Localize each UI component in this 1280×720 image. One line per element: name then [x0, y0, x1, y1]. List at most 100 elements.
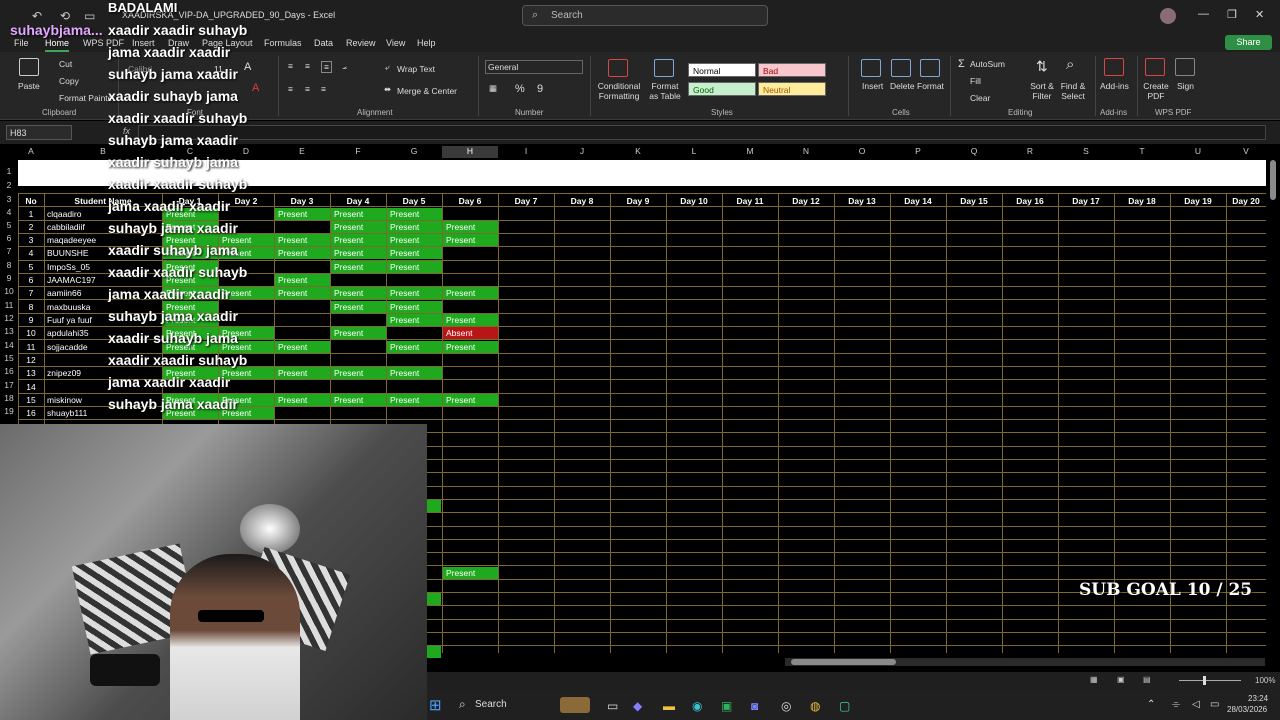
present-cell[interactable]: Present: [443, 341, 498, 353]
row-number-cell[interactable]: 1: [18, 209, 44, 219]
present-cell[interactable]: Present: [275, 394, 330, 406]
windows-start-icon[interactable]: ⊞: [429, 696, 442, 714]
present-cell[interactable]: Present: [387, 247, 442, 259]
present-cell[interactable]: Present: [331, 367, 386, 379]
column-header-e[interactable]: E: [274, 146, 330, 158]
delete-button[interactable]: Delete: [890, 81, 915, 91]
align-top-icon[interactable]: ≡: [288, 61, 293, 71]
tab-formulas[interactable]: Formulas: [264, 38, 302, 48]
wrap-text-button[interactable]: Wrap Text: [397, 64, 435, 74]
present-cell[interactable]: Present: [443, 287, 498, 299]
format-button[interactable]: Format: [917, 81, 944, 91]
present-cell[interactable]: Present: [443, 567, 498, 579]
currency-icon[interactable]: ▦: [489, 83, 497, 94]
style-normal[interactable]: Normal: [688, 63, 756, 77]
align-center-icon[interactable]: ≡: [305, 84, 310, 94]
volume-icon[interactable]: ◁: [1192, 699, 1200, 710]
add-ins-button[interactable]: Add-ins: [1100, 81, 1129, 91]
column-header-n[interactable]: N: [778, 146, 834, 158]
row-header-7[interactable]: 7: [0, 246, 18, 256]
column-header-t[interactable]: T: [1114, 146, 1170, 158]
network-icon[interactable]: ⌯: [1172, 699, 1180, 710]
student-name-cell[interactable]: maqadeeyee: [47, 235, 96, 245]
column-header-j[interactable]: J: [554, 146, 610, 158]
column-title[interactable]: Day 17: [1058, 196, 1114, 206]
percent-icon[interactable]: %: [515, 83, 525, 95]
student-name-cell[interactable]: ImpoSs_05: [47, 262, 90, 272]
zoom-slider[interactable]: [1179, 680, 1241, 681]
row-header-3[interactable]: 3: [0, 194, 18, 204]
row-number-cell[interactable]: 10: [18, 328, 44, 338]
column-title[interactable]: Day 19: [1170, 196, 1226, 206]
sort-filter-button[interactable]: Sort & Filter: [1027, 81, 1057, 101]
battery-icon[interactable]: ▭: [1210, 699, 1219, 710]
formula-input[interactable]: [138, 125, 1266, 140]
zoom-slider-thumb[interactable]: [1203, 676, 1206, 685]
student-name-cell[interactable]: BUUNSHE: [47, 248, 89, 258]
create-pdf-button[interactable]: Create PDF: [1143, 81, 1169, 101]
row-header-4[interactable]: 4: [0, 207, 18, 217]
row-header-15[interactable]: 15: [0, 353, 18, 363]
widget-icon[interactable]: [560, 697, 590, 713]
row-number-cell[interactable]: 4: [18, 248, 44, 258]
present-cell[interactable]: Present: [331, 261, 386, 273]
column-title[interactable]: Day 7: [498, 196, 554, 206]
present-cell[interactable]: Present: [387, 261, 442, 273]
share-button[interactable]: Share: [1225, 35, 1272, 50]
present-cell[interactable]: Present: [275, 341, 330, 353]
student-name-cell[interactable]: cabbiladiif: [47, 222, 85, 232]
row-header-11[interactable]: 11: [0, 300, 18, 310]
row-header-12[interactable]: 12: [0, 313, 18, 323]
row-header-2[interactable]: 2: [0, 180, 18, 190]
row-header-14[interactable]: 14: [0, 340, 18, 350]
folder-icon[interactable]: ▭: [84, 9, 95, 23]
student-name-cell[interactable]: Fuuf ya fuuf: [47, 315, 92, 325]
column-header-g[interactable]: G: [386, 146, 442, 158]
student-name-cell[interactable]: miskinow: [47, 395, 82, 405]
row-header-1[interactable]: 1: [0, 166, 18, 176]
row-header-5[interactable]: 5: [0, 220, 18, 230]
present-cell[interactable]: Present: [275, 208, 330, 220]
column-header-q[interactable]: Q: [946, 146, 1002, 158]
column-header-m[interactable]: M: [722, 146, 778, 158]
fill-button[interactable]: Fill: [970, 76, 981, 86]
column-title[interactable]: Day 15: [946, 196, 1002, 206]
row-number-cell[interactable]: 14: [18, 382, 44, 392]
tab-data[interactable]: Data: [314, 38, 333, 48]
column-header-v[interactable]: V: [1226, 146, 1266, 158]
align-right-icon[interactable]: ≡: [321, 84, 326, 94]
column-header-o[interactable]: O: [834, 146, 890, 158]
present-cell[interactable]: Present: [387, 341, 442, 353]
tab-home[interactable]: Home: [45, 38, 70, 52]
column-header-a[interactable]: A: [18, 146, 44, 158]
merge-center-button[interactable]: Merge & Center: [397, 86, 457, 96]
close-button[interactable]: ✕: [1255, 8, 1264, 21]
row-header-10[interactable]: 10: [0, 286, 18, 296]
present-cell[interactable]: Present: [275, 234, 330, 246]
align-bottom-icon[interactable]: ≡: [321, 61, 332, 73]
column-header-h[interactable]: H: [442, 146, 498, 158]
present-cell[interactable]: Present: [387, 314, 442, 326]
column-title[interactable]: Day 18: [1114, 196, 1170, 206]
column-title[interactable]: Day 14: [890, 196, 946, 206]
clear-button[interactable]: Clear: [970, 93, 990, 103]
autosave-icon[interactable]: ⟲: [60, 9, 70, 23]
row-number-cell[interactable]: 9: [18, 315, 44, 325]
comma-icon[interactable]: 9: [537, 83, 543, 95]
style-bad[interactable]: Bad: [758, 63, 826, 77]
name-box[interactable]: H83: [6, 125, 72, 140]
column-title[interactable]: Day 12: [778, 196, 834, 206]
tray-chevron-icon[interactable]: ⌃: [1147, 699, 1155, 710]
grow-font-icon[interactable]: A: [244, 61, 251, 73]
excel-icon[interactable]: ▣: [721, 699, 732, 713]
present-cell[interactable]: [427, 500, 441, 512]
page-break-view-icon[interactable]: ▤: [1143, 675, 1151, 684]
column-title[interactable]: Day 13: [834, 196, 890, 206]
row-header-18[interactable]: 18: [0, 393, 18, 403]
sign-button[interactable]: Sign: [1177, 81, 1194, 91]
student-name-cell[interactable]: maxbuuska: [47, 302, 90, 312]
maximize-button[interactable]: ❐: [1227, 8, 1237, 21]
row-header-19[interactable]: 19: [0, 406, 18, 416]
present-cell[interactable]: Present: [331, 234, 386, 246]
present-cell[interactable]: Present: [387, 394, 442, 406]
